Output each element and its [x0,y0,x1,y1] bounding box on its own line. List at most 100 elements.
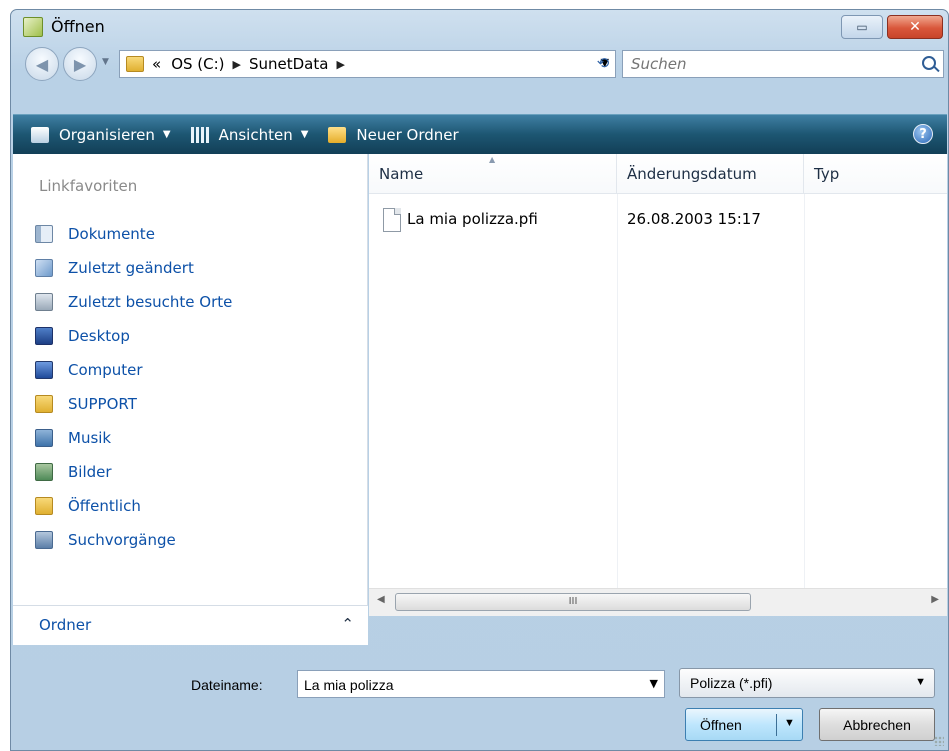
views-icon [190,126,209,143]
resize-grip-icon[interactable] [934,736,944,746]
chevron-up-icon[interactable]: ⌃ [341,615,354,633]
breadcrumb-sunetdata[interactable]: SunetData [249,55,328,73]
favorite-computer[interactable]: Computer [35,357,143,383]
navigation-pane: Linkfavoriten Dokumente Zuletzt geändert… [13,154,368,645]
open-dialog: Öffnen ▭ ✕ ◀ ▶ ▼ « OS (C:) ▶ SunetData ▶… [10,9,949,751]
breadcrumb-os-drive[interactable]: OS (C:) [171,55,224,73]
horizontal-scrollbar[interactable]: ◀ III ▶ [369,588,947,616]
favorite-label: Desktop [68,327,130,345]
chevron-down-icon: ▼ [915,676,926,688]
close-icon: ✕ [909,19,921,35]
filetype-value: Polizza (*.pfi) [690,675,773,691]
address-bar[interactable]: « OS (C:) ▶ SunetData ▶ ▼ [119,50,616,78]
desktop-icon [35,327,53,345]
scroll-right-icon[interactable]: ▶ [931,594,939,605]
column-label: Name [379,164,424,183]
favorite-label: Zuletzt besuchte Orte [68,293,233,311]
column-divider [804,194,805,588]
favorite-recently-changed[interactable]: Zuletzt geändert [35,255,194,281]
favorite-documents[interactable]: Dokumente [35,221,155,247]
cancel-label: Abbrechen [843,716,911,733]
recent-places-icon [35,293,53,311]
column-label: Änderungsdatum [627,164,757,183]
documents-icon [35,225,53,243]
column-divider [617,194,618,588]
computer-icon [35,361,53,379]
new-folder-button[interactable]: Neuer Ordner [318,115,468,154]
filename-combobox[interactable]: ▼ [297,670,665,698]
favorite-links-heading: Linkfavoriten [39,177,138,195]
favorite-recent-places[interactable]: Zuletzt besuchte Orte [35,289,232,315]
back-arrow-icon: ◀ [35,54,49,74]
open-options-dropdown-icon[interactable]: ▼ [784,717,795,729]
back-button[interactable]: ◀ [25,47,59,81]
views-button[interactable]: Ansichten ▼ [181,115,319,154]
help-icon[interactable]: ? [913,124,933,144]
recent-changed-icon [35,259,53,277]
chevron-right-icon[interactable]: ▶ [233,58,241,71]
favorite-label: Suchvorgänge [68,531,176,549]
window-title: Öffnen [51,17,105,36]
forward-button[interactable]: ▶ [63,47,97,81]
column-header-date[interactable]: Änderungsdatum [617,154,804,194]
folder-icon [126,56,144,72]
open-label: Öffnen [700,717,742,733]
sort-ascending-icon: ▲ [489,155,496,164]
chevron-down-icon: ▼ [162,129,171,140]
search-icon[interactable] [922,56,936,70]
title-bar[interactable]: Öffnen ▭ ✕ [11,10,948,44]
folder-icon [35,395,53,413]
favorite-label: Zuletzt geändert [68,259,194,277]
favorite-label: Bilder [68,463,112,481]
chevron-right-icon[interactable]: ▶ [336,58,344,71]
favorite-label: Dokumente [68,225,155,243]
favorite-searches[interactable]: Suchvorgänge [35,527,176,553]
scroll-thumb[interactable]: III [395,593,751,611]
forward-arrow-icon: ▶ [73,54,87,74]
app-icon [23,17,43,37]
file-list[interactable]: ▲ Name Änderungsdatum Typ La mia polizza… [369,154,947,616]
organize-icon [31,126,49,143]
scroll-left-icon[interactable]: ◀ [377,594,385,605]
filename-label: Dateiname: [191,677,263,693]
file-date: 26.08.2003 15:17 [627,210,761,228]
favorite-label: Computer [68,361,143,379]
organize-label: Organisieren [59,125,155,144]
column-label: Typ [814,164,840,183]
new-folder-label: Neuer Ordner [356,125,459,144]
folder-icon [35,497,53,515]
chevron-down-icon[interactable]: ▼ [650,677,658,690]
favorite-music[interactable]: Musik [35,425,111,451]
file-name: La mia polizza.pfi [407,210,538,228]
file-icon [383,208,401,232]
address-overflow[interactable]: « [152,55,161,73]
file-row[interactable]: La mia polizza.pfi 26.08.2003 15:17 [369,208,947,234]
column-header-type[interactable]: Typ [804,154,947,194]
cancel-button[interactable]: Abbrechen [819,708,935,741]
searches-icon [35,531,53,549]
open-button[interactable]: Öffnen ▼ [685,708,803,741]
views-label: Ansichten [218,125,293,144]
split-divider [776,714,777,736]
favorite-support[interactable]: SUPPORT [35,391,137,417]
search-input[interactable] [631,54,901,74]
filetype-select[interactable]: Polizza (*.pfi) ▼ [679,668,935,698]
column-header-name[interactable]: ▲ Name [369,154,617,194]
search-box[interactable] [622,50,944,78]
filename-input[interactable] [304,675,634,695]
new-folder-icon [328,126,347,143]
restore-button[interactable]: ▭ [841,15,883,39]
favorite-label: Öffentlich [68,497,141,515]
restore-icon: ▭ [856,20,868,34]
favorite-pictures[interactable]: Bilder [35,459,112,485]
refresh-icon[interactable]: ⟲ [590,54,616,74]
favorite-label: Musik [68,429,112,447]
recent-pages-dropdown[interactable]: ▼ [102,57,109,67]
folders-toggle[interactable]: Ordner ⌃ [13,605,368,645]
favorite-desktop[interactable]: Desktop [35,323,130,349]
chevron-down-icon: ▼ [300,129,309,140]
music-icon [35,429,53,447]
organize-button[interactable]: Organisieren ▼ [13,115,181,154]
favorite-public[interactable]: Öffentlich [35,493,141,519]
close-button[interactable]: ✕ [887,15,943,39]
